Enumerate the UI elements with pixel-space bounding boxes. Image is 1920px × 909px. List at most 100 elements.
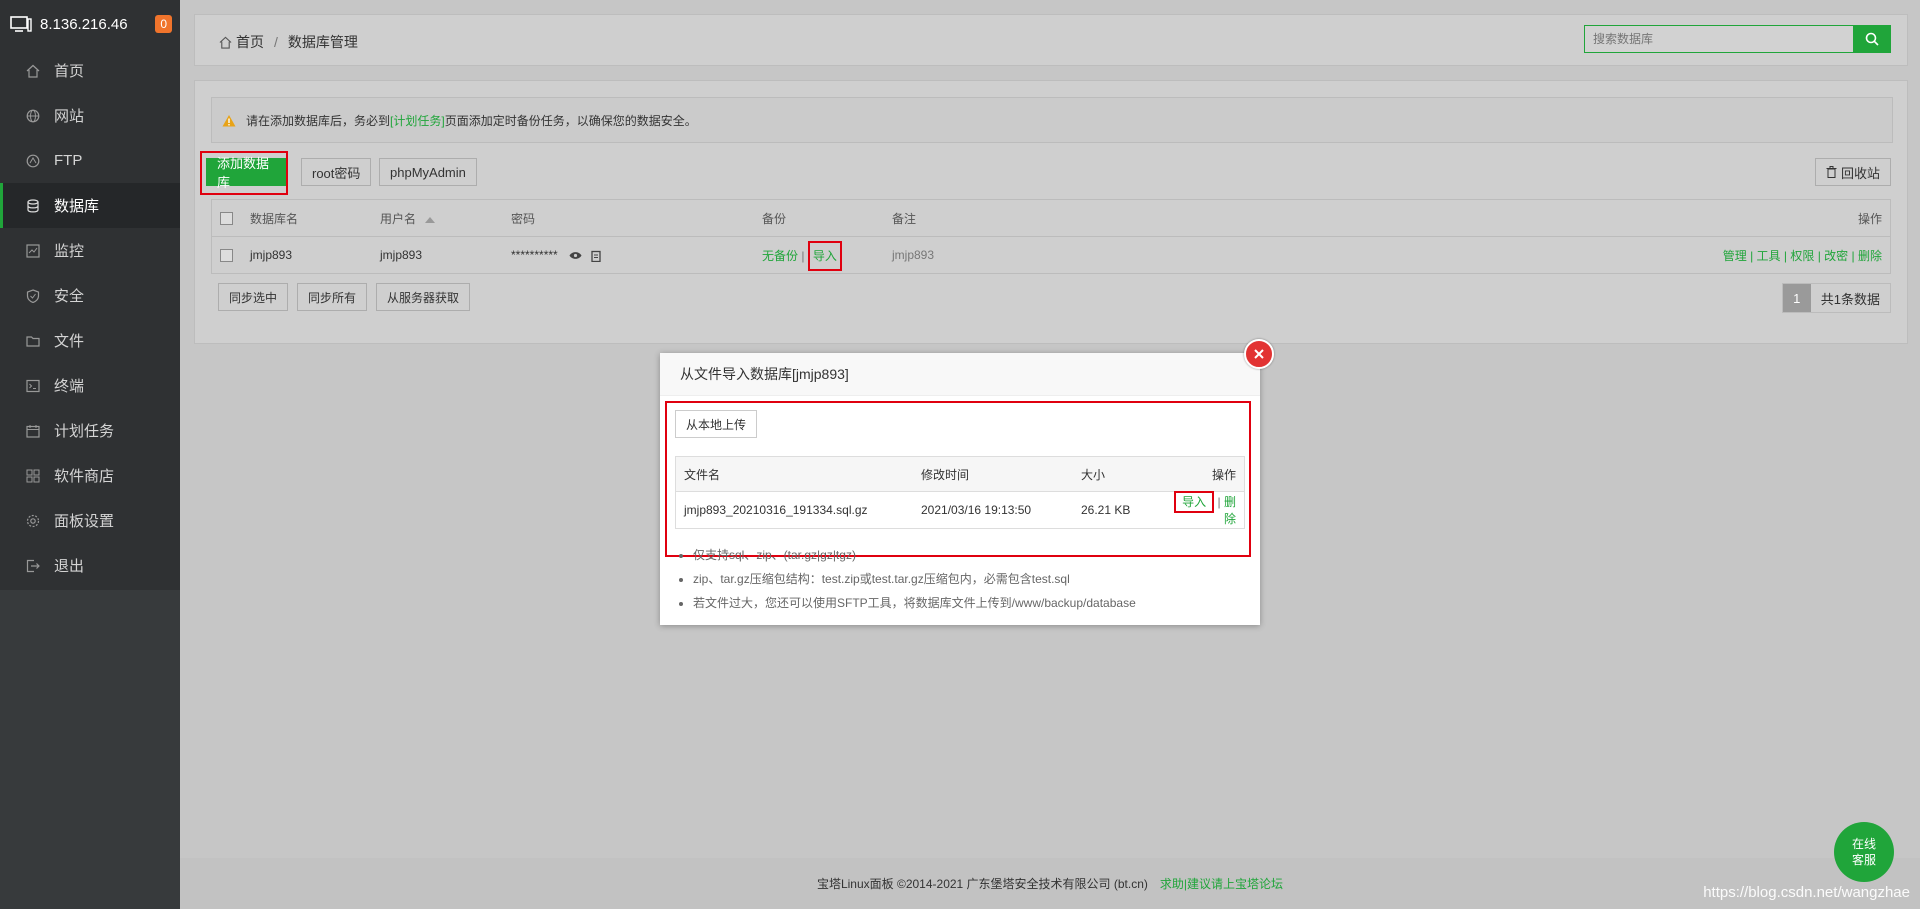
- get-from-server-button[interactable]: 从服务器获取: [376, 283, 471, 311]
- online-service-button[interactable]: 在线 客服: [1834, 822, 1894, 882]
- row-checkbox[interactable]: [220, 249, 233, 263]
- cron-link[interactable]: [计划任务]: [390, 112, 445, 129]
- phpmyadmin-button[interactable]: phpMyAdmin: [379, 158, 477, 186]
- sidebar-item-website[interactable]: 网站: [0, 93, 180, 138]
- sidebar-item-label: 面板设置: [54, 513, 115, 530]
- search-button[interactable]: [1853, 25, 1891, 53]
- logout-icon: [26, 559, 40, 572]
- eye-icon[interactable]: [569, 251, 582, 260]
- page-number[interactable]: 1: [1782, 284, 1811, 312]
- sidebar-item-settings[interactable]: 面板设置: [0, 498, 180, 543]
- backup-notice: 请在添加数据库后，务必到 [计划任务] 页面添加定时备份任务，以确保您的数据安全…: [211, 97, 1893, 143]
- op-manage[interactable]: 管理: [1723, 249, 1747, 263]
- sidebar-item-label: FTP: [54, 152, 83, 169]
- sidebar-item-logout[interactable]: 退出: [0, 543, 180, 588]
- sidebar-filler: [0, 590, 180, 909]
- file-mtime: 2021/03/16 19:13:50: [921, 503, 1032, 517]
- sidebar-item-security[interactable]: 安全: [0, 273, 180, 318]
- sidebar-item-label: 终端: [54, 378, 85, 395]
- watermark: https://blog.csdn.net/wangzhae: [1703, 884, 1910, 901]
- copy-icon[interactable]: [591, 250, 602, 262]
- file-size: 26.21 KB: [1081, 503, 1131, 517]
- no-backup-label[interactable]: 无备份: [762, 249, 798, 263]
- tip-item: 若文件过大，您还可以使用SFTP工具，将数据库文件上传到/www/backup/…: [693, 591, 1136, 615]
- upload-local-button[interactable]: 从本地上传: [675, 410, 758, 438]
- chat-line-2: 客服: [1851, 853, 1876, 867]
- terminal-icon: [26, 379, 40, 392]
- sidebar-item-database[interactable]: 数据库: [0, 183, 180, 228]
- col-remark: 备注: [892, 199, 1093, 237]
- file-ops-separator: |: [1217, 495, 1221, 509]
- close-icon: [1254, 349, 1264, 359]
- backup-separator: |: [801, 248, 805, 263]
- server-ip: 8.136.216.46: [40, 15, 128, 33]
- table-row: jmjp893 jmjp893 ********** 无备份 | 导入 jmjp…: [212, 237, 1891, 274]
- message-badge[interactable]: 0: [155, 15, 172, 33]
- gear-icon: [26, 514, 40, 527]
- file-name: jmjp893_20210316_191334.sql.gz: [684, 503, 868, 517]
- server-info: 8.136.216.46 0: [0, 0, 180, 48]
- sidebar-item-label: 监控: [54, 243, 85, 260]
- top-bar: 首页 / 数据库管理: [194, 14, 1908, 66]
- sidebar-item-cron[interactable]: 计划任务: [0, 408, 180, 453]
- db-user: jmjp893: [380, 248, 423, 262]
- import-dialog: 从文件导入数据库[jmjp893] 从本地上传 文件名 修改时间 大小 操作 j…: [660, 339, 1274, 625]
- col-mtime: 修改时间: [920, 456, 1080, 492]
- select-all-checkbox[interactable]: [220, 212, 233, 226]
- sidebar-menu: 首页 网站 FTP 数据库 监控 安全 文件 终端 计划任务 软件商店 面板设置…: [0, 48, 180, 588]
- sidebar-item-monitor[interactable]: 监控: [0, 228, 180, 273]
- search-input[interactable]: [1584, 25, 1853, 53]
- col-user-label: 用户名: [380, 211, 417, 226]
- op-delete[interactable]: 删除: [1858, 249, 1882, 263]
- copyright: 宝塔Linux面板 ©2014-2021 广东堡塔安全技术有限公司 (bt.cn…: [816, 877, 1148, 891]
- home-icon: [26, 64, 40, 78]
- sidebar-item-store[interactable]: 软件商店: [0, 453, 180, 498]
- backup-file-table: 文件名 修改时间 大小 操作 jmjp893_20210316_191334.s…: [675, 456, 1245, 529]
- file-delete-link[interactable]: 删除: [1224, 495, 1236, 526]
- col-user[interactable]: 用户名: [380, 199, 511, 237]
- sort-up-icon: [425, 216, 436, 223]
- sidebar-item-files[interactable]: 文件: [0, 318, 180, 363]
- db-name: jmjp893: [250, 248, 293, 262]
- db-password: **********: [511, 248, 558, 262]
- sidebar-item-label: 安全: [54, 288, 85, 305]
- sidebar-item-home[interactable]: 首页: [0, 48, 180, 93]
- globe-icon: [26, 109, 40, 122]
- sync-selected-button[interactable]: 同步选中: [218, 283, 289, 311]
- breadcrumb-home[interactable]: 首页: [236, 32, 264, 52]
- forum-link[interactable]: 求助|建议请上宝塔论坛: [1160, 875, 1283, 892]
- import-link[interactable]: 导入: [807, 240, 842, 271]
- file-table-header: 文件名 修改时间 大小 操作: [675, 456, 1245, 492]
- sidebar-item-terminal[interactable]: 终端: [0, 363, 180, 408]
- col-ops: 操作: [1092, 199, 1891, 237]
- recycle-bin-button[interactable]: 回收站: [1814, 158, 1891, 186]
- root-password-button[interactable]: root密码: [301, 158, 372, 186]
- footer: 宝塔Linux面板 ©2014-2021 广东堡塔安全技术有限公司 (bt.cn…: [180, 858, 1920, 909]
- folder-icon: [26, 335, 40, 347]
- op-change-password[interactable]: 改密: [1824, 249, 1848, 263]
- sidebar: 8.136.216.46 0 首页 网站 FTP 数据库 监控 安全 文件 终端: [0, 0, 180, 909]
- col-name[interactable]: 数据库名: [250, 199, 380, 237]
- add-database-button[interactable]: 添加数据库: [206, 156, 286, 190]
- tip-item: 仅支持sql、zip、(tar.gz|gz|tgz): [693, 543, 1136, 567]
- file-row: jmjp893_20210316_191334.sql.gz 2021/03/1…: [676, 491, 1245, 529]
- table-header-row: 数据库名 用户名 密码 备份 备注 操作: [211, 199, 1891, 237]
- database-panel: 请在添加数据库后，务必到 [计划任务] 页面添加定时备份任务，以确保您的数据安全…: [194, 80, 1908, 344]
- search-icon: [1865, 32, 1879, 46]
- total-count: 共1条数据: [1820, 291, 1880, 307]
- file-ops: 导入 | 删除: [1172, 491, 1245, 529]
- sidebar-item-label: 软件商店: [54, 468, 115, 485]
- op-tools[interactable]: 工具: [1757, 249, 1781, 263]
- col-password: 密码: [511, 199, 762, 237]
- sync-all-button[interactable]: 同步所有: [297, 283, 368, 311]
- sidebar-item-ftp[interactable]: FTP: [0, 138, 180, 183]
- file-import-link[interactable]: 导入: [1174, 491, 1215, 513]
- trash-icon: [1826, 166, 1837, 178]
- warning-icon: [222, 114, 236, 126]
- op-permission[interactable]: 权限: [1790, 249, 1814, 263]
- dialog-close-button[interactable]: [1244, 339, 1274, 369]
- tip-item: zip、tar.gz压缩包结构：test.zip或test.tar.gz压缩包内…: [693, 567, 1136, 591]
- db-remark[interactable]: jmjp893: [892, 237, 1092, 274]
- breadcrumb: 首页 / 数据库管理: [219, 32, 358, 52]
- breadcrumb-current: 数据库管理: [287, 34, 358, 50]
